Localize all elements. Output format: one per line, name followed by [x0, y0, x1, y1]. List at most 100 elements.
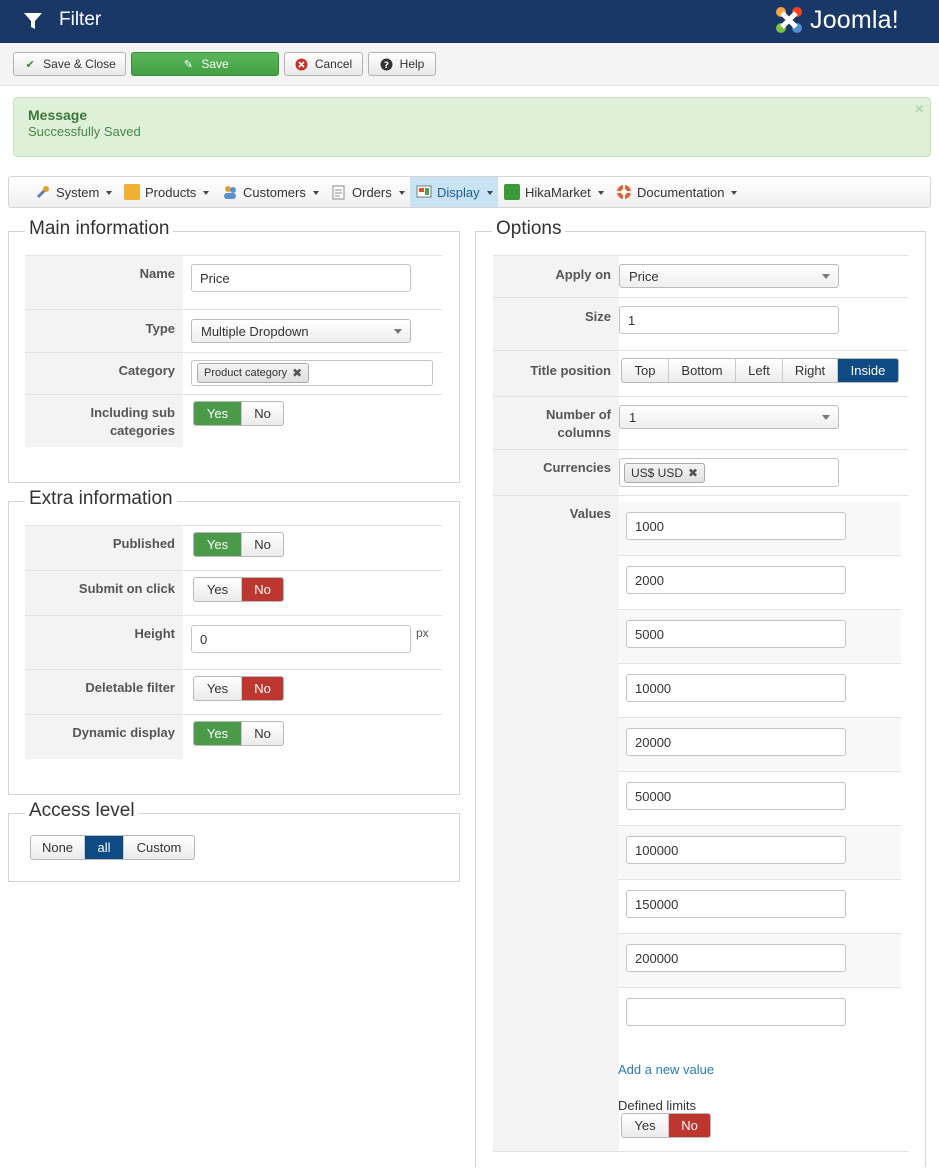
menu-documentation[interactable]: Documentation — [616, 177, 738, 207]
access-custom[interactable]: Custom — [124, 836, 194, 859]
help-icon: ? — [380, 57, 394, 71]
type-select[interactable]: Multiple Dropdown — [191, 319, 411, 343]
remove-tag-icon[interactable]: ✖ — [688, 466, 698, 480]
filter-icon — [24, 13, 42, 29]
submit-on-click-row: Submit on click Yes No — [25, 570, 442, 615]
menu-products[interactable]: Products — [124, 177, 210, 207]
defined-limits-toggle: Yes No — [621, 1113, 711, 1138]
caret-icon — [106, 191, 113, 195]
save-button[interactable]: ✎ Save — [131, 52, 279, 76]
access-level-legend: Access level — [25, 800, 139, 822]
menu-customers[interactable]: Customers — [222, 177, 319, 207]
title-position-right[interactable]: Right — [783, 359, 838, 382]
menu-display[interactable]: Display — [410, 177, 498, 207]
published-yes[interactable]: Yes — [194, 533, 242, 556]
value-row: 50000 — [618, 772, 901, 826]
value-input[interactable]: 100000 — [626, 836, 846, 864]
deletable-no[interactable]: No — [242, 677, 283, 700]
values-label: Values — [493, 496, 619, 1151]
defined-limits-yes[interactable]: Yes — [622, 1114, 669, 1137]
options-legend: Options — [492, 218, 566, 240]
access-none[interactable]: None — [31, 836, 85, 859]
defined-limits-label: Defined limits — [618, 1098, 697, 1113]
number-of-columns-label: Number of columns — [493, 397, 619, 449]
menu-orders[interactable]: Orders — [331, 177, 405, 207]
message-text: Successfully Saved — [28, 124, 141, 139]
name-label: Name — [25, 256, 183, 309]
value-row: 200000 — [618, 934, 901, 988]
submit-on-click-no[interactable]: No — [242, 578, 283, 601]
name-row: Name Price — [25, 255, 442, 309]
apply-on-row: Apply on Price — [493, 255, 908, 297]
category-multiselect[interactable]: Product category ✖ — [191, 360, 433, 386]
size-row: Size 1 — [493, 297, 908, 350]
menu-hikamarket[interactable]: HikaMarket — [504, 177, 604, 207]
submit-on-click-label: Submit on click — [25, 571, 183, 615]
size-label: Size — [493, 298, 619, 350]
title-position-top[interactable]: Top — [622, 359, 669, 382]
edit-icon: ✎ — [183, 58, 193, 71]
deletable-yes[interactable]: Yes — [194, 677, 242, 700]
remove-tag-icon[interactable]: ✖ — [292, 366, 302, 380]
subcategories-yes[interactable]: Yes — [194, 402, 242, 425]
value-input[interactable] — [626, 998, 846, 1026]
cancel-button[interactable]: Cancel — [284, 52, 363, 76]
name-input[interactable]: Price — [191, 264, 411, 292]
title-position-left[interactable]: Left — [736, 359, 783, 382]
main-information-fieldset: Main information Name Price Type Multipl… — [8, 218, 460, 483]
main-information-legend: Main information — [25, 218, 174, 240]
chevron-down-icon — [822, 274, 830, 279]
dynamic-display-yes[interactable]: Yes — [194, 722, 242, 745]
value-row: 5000 — [618, 610, 901, 664]
value-input[interactable]: 5000 — [626, 620, 846, 648]
value-input[interactable]: 1000 — [626, 512, 846, 540]
caret-icon — [312, 191, 319, 195]
number-of-columns-row: Number of columns 1 — [493, 396, 908, 449]
toolbar: ✔ Save & Close ✎ Save Cancel ? Help — [0, 43, 939, 86]
add-new-value-link[interactable]: Add a new value — [618, 1062, 714, 1077]
page-title: Filter — [59, 9, 102, 30]
access-all[interactable]: all — [85, 836, 124, 859]
subcategories-no[interactable]: No — [242, 402, 283, 425]
size-input[interactable]: 1 — [619, 306, 839, 334]
published-row: Published Yes No — [25, 525, 442, 570]
value-row: 10000 — [618, 664, 901, 718]
dynamic-display-no[interactable]: No — [242, 722, 283, 745]
check-icon: ✔ — [25, 58, 35, 71]
value-input[interactable]: 50000 — [626, 782, 846, 810]
title-position-inside[interactable]: Inside — [838, 359, 898, 382]
published-no[interactable]: No — [242, 533, 283, 556]
defined-limits-no[interactable]: No — [669, 1114, 710, 1137]
submit-on-click-yes[interactable]: Yes — [194, 578, 242, 601]
apply-on-select[interactable]: Price — [619, 264, 839, 288]
dynamic-display-row: Dynamic display Yes No — [25, 714, 442, 759]
lifebuoy-icon — [617, 185, 631, 199]
orders-icon — [332, 185, 345, 200]
height-input[interactable]: 0 — [191, 625, 411, 653]
value-row: 20000 — [618, 718, 901, 772]
value-row: 1000 — [618, 502, 901, 556]
customers-icon — [224, 186, 236, 199]
value-row: 2000 — [618, 556, 901, 610]
caret-icon — [203, 191, 210, 195]
value-input[interactable]: 10000 — [626, 674, 846, 702]
deletable-toggle: Yes No — [193, 676, 284, 701]
chevron-down-icon — [822, 415, 830, 420]
save-close-button[interactable]: ✔ Save & Close — [13, 52, 126, 76]
value-input[interactable]: 150000 — [626, 890, 846, 918]
message-title: Message — [28, 107, 88, 123]
value-input[interactable]: 2000 — [626, 566, 846, 594]
currencies-multiselect[interactable]: US$ USD ✖ — [619, 458, 839, 487]
value-input[interactable]: 20000 — [626, 728, 846, 756]
category-tag: Product category ✖ — [197, 363, 310, 383]
value-input[interactable]: 200000 — [626, 944, 846, 972]
message-close-icon[interactable]: × — [915, 101, 924, 119]
subcategories-toggle: Yes No — [193, 401, 284, 426]
value-row: 150000 — [618, 880, 901, 934]
extra-information-legend: Extra information — [25, 488, 177, 510]
title-position-bottom[interactable]: Bottom — [669, 359, 736, 382]
height-label: Height — [25, 616, 183, 669]
menu-system[interactable]: System — [35, 177, 113, 207]
number-of-columns-select[interactable]: 1 — [619, 405, 839, 429]
help-button[interactable]: ? Help — [368, 52, 436, 76]
